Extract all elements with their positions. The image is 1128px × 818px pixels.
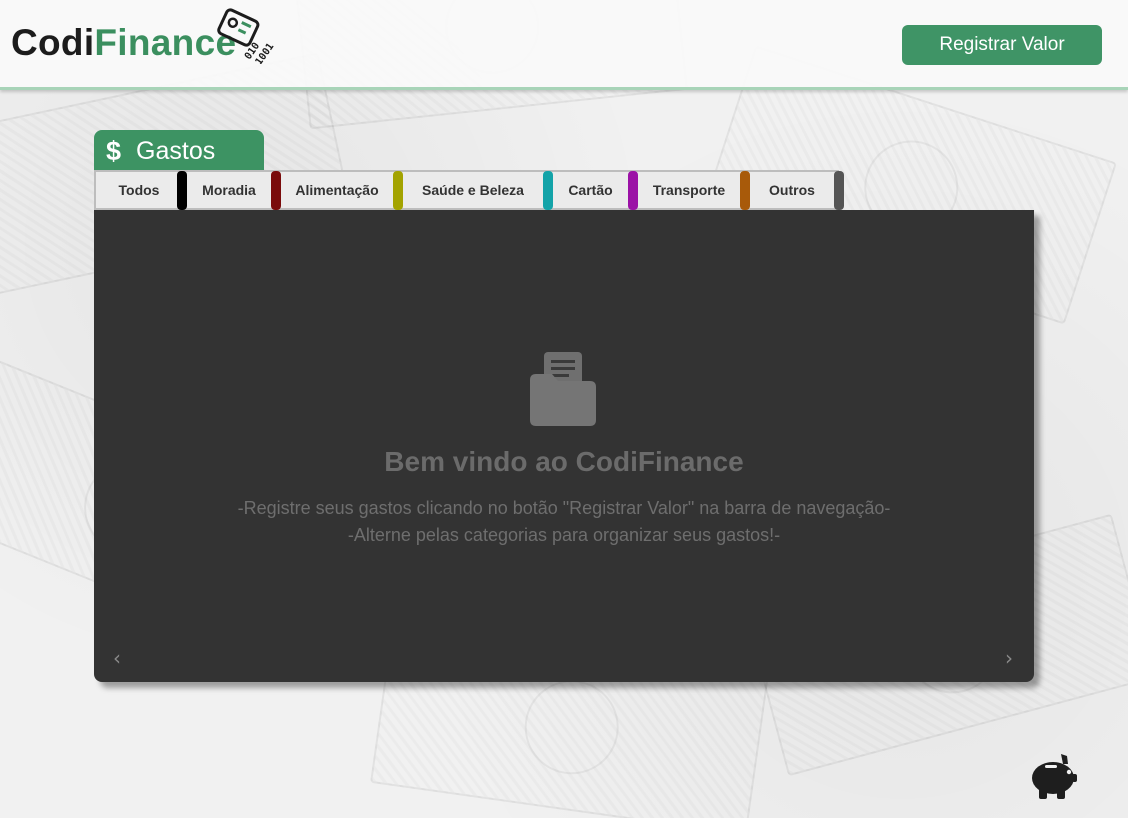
tab-label: Saúde e Beleza <box>422 182 524 198</box>
tab-todos[interactable]: Todos <box>94 170 187 210</box>
folder-document-icon <box>530 352 596 426</box>
logo-card-binary-icon: 010 1001 <box>217 8 276 64</box>
category-color-bar <box>271 171 281 210</box>
category-color-bar <box>177 171 187 210</box>
tab-label: Transporte <box>652 182 726 198</box>
category-color-bar <box>628 171 638 210</box>
tab-saude-beleza[interactable]: Saúde e Beleza <box>398 170 553 210</box>
dollar-icon: $ <box>106 135 122 166</box>
category-color-bar <box>740 171 750 210</box>
category-color-bar <box>834 171 844 210</box>
tab-transporte[interactable]: Transporte <box>633 170 750 210</box>
tab-label: Outros <box>769 182 815 198</box>
piggy-bank-icon[interactable] <box>1027 750 1079 800</box>
hint-line-1: -Registre seus gastos clicando no botão … <box>237 498 891 518</box>
expenses-panel: Bem vindo ao CodiFinance -Registre seus … <box>94 210 1034 682</box>
gastos-section-tab: $ Gastos <box>94 130 264 172</box>
tab-alimentacao[interactable]: Alimentação <box>276 170 403 210</box>
logo[interactable]: CodiFinance <box>11 22 236 64</box>
logo-text-codi: Codi <box>11 22 95 63</box>
tab-moradia[interactable]: Moradia <box>182 170 281 210</box>
section-title: Gastos <box>136 136 216 165</box>
navbar: CodiFinance 010 1001 Registrar Valor <box>0 0 1128 90</box>
chevron-right-icon[interactable]: › <box>999 648 1019 668</box>
tab-outros[interactable]: Outros <box>745 170 844 210</box>
register-value-button[interactable]: Registrar Valor <box>902 25 1102 65</box>
tab-label: Cartão <box>568 182 613 198</box>
category-color-bar <box>543 171 553 210</box>
category-color-bar <box>393 171 403 210</box>
hint-line-2: -Alterne pelas categorias para organizar… <box>347 525 781 545</box>
tab-label: Alimentação <box>295 182 379 198</box>
tab-label: Todos <box>118 182 160 198</box>
tab-cartao[interactable]: Cartão <box>548 170 638 210</box>
category-tabs: Todos Moradia Alimentação Saúde e Beleza… <box>94 170 844 210</box>
chevron-left-icon[interactable]: ‹ <box>107 648 127 668</box>
tab-label: Moradia <box>202 182 256 198</box>
welcome-title: Bem vindo ao CodiFinance <box>384 446 744 477</box>
